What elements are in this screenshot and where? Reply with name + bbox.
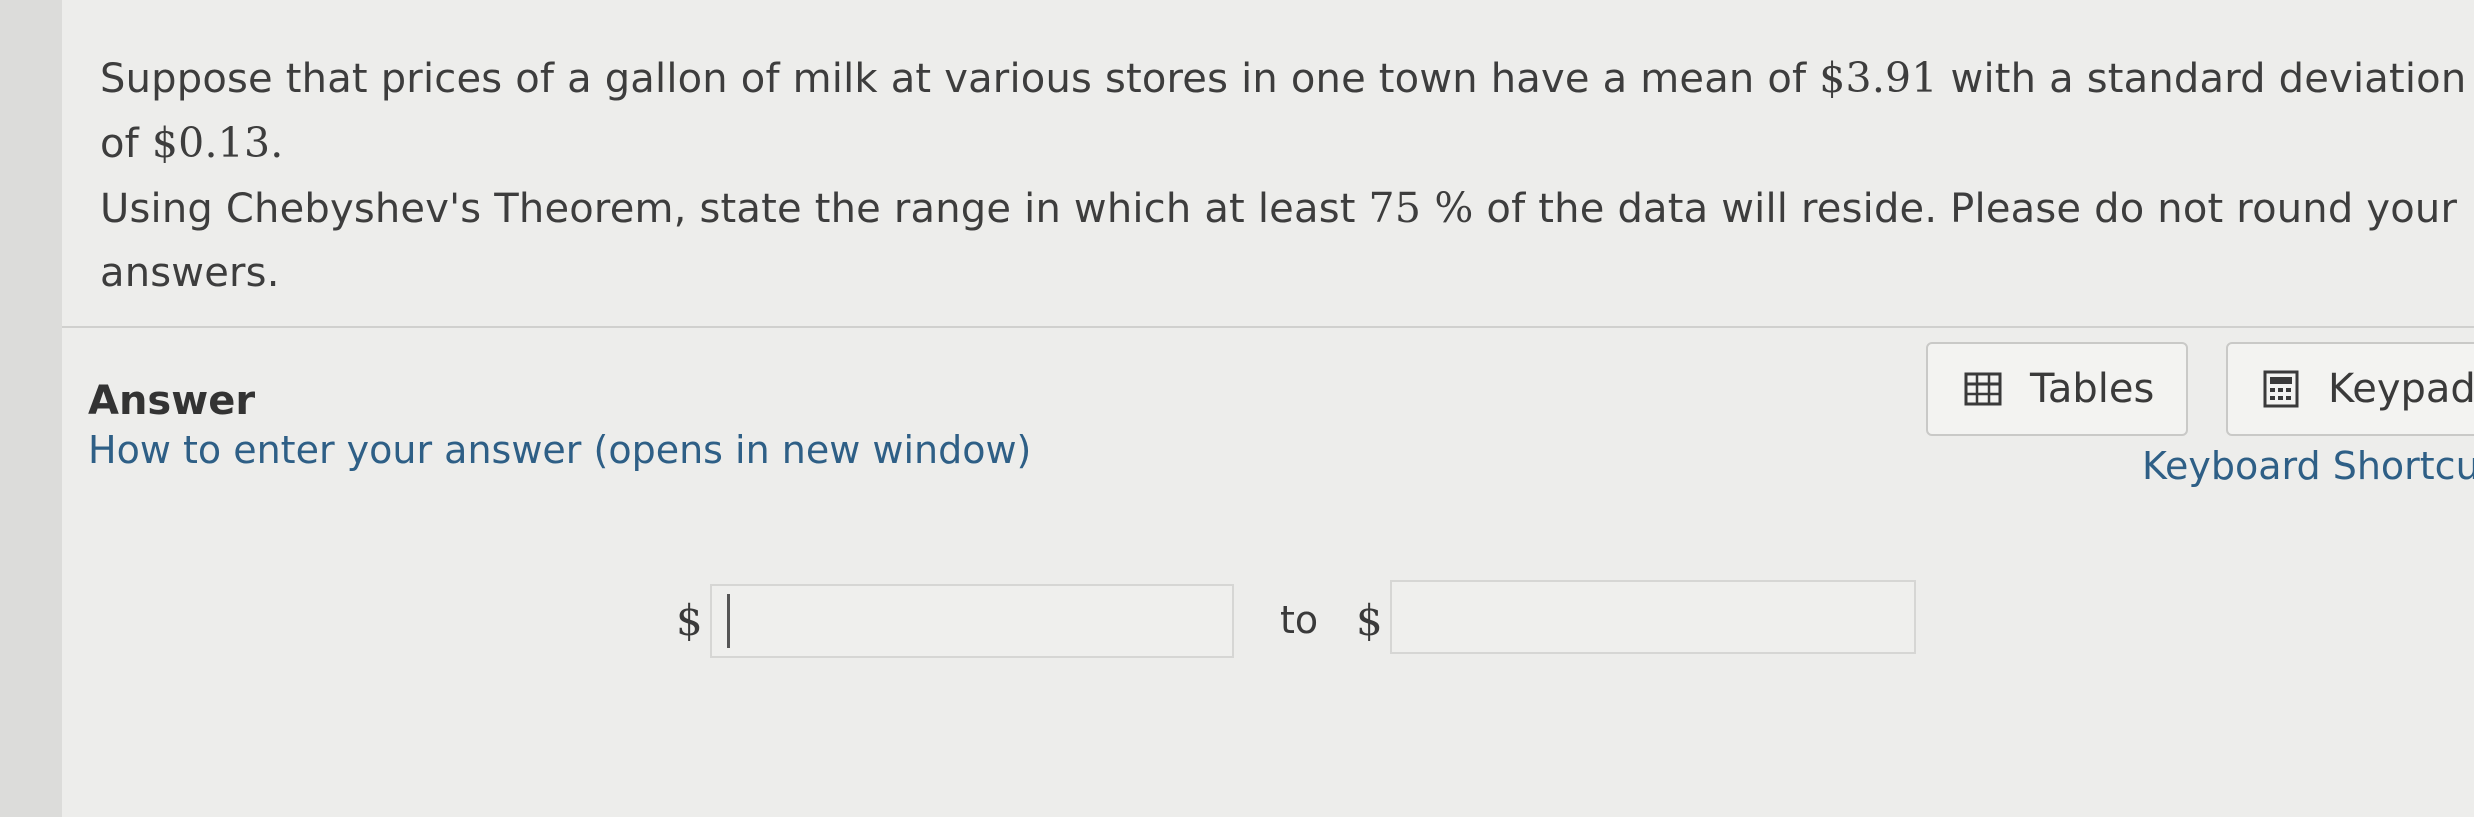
calculator-icon [2263, 370, 2299, 408]
lower-bound-input[interactable] [710, 584, 1234, 658]
upper-bound-dollar-sign: $ [1356, 596, 1383, 645]
keyboard-shortcuts-link[interactable]: Keyboard Shortcu [2142, 444, 2474, 488]
text-cursor [727, 594, 730, 648]
lower-bound-dollar-sign: $ [676, 596, 703, 645]
percent-value: 75 % [1368, 184, 1474, 232]
question-text-part: Using Chebyshev's Theorem, state the ran… [100, 186, 1369, 232]
table-grid-icon [1964, 372, 2002, 406]
left-margin-strip [0, 0, 63, 817]
question-text: Suppose that prices of a gallon of milk … [100, 46, 2470, 305]
question-text-part: . [270, 119, 284, 167]
range-connector: to [1280, 598, 1319, 642]
how-to-enter-answer-link[interactable]: How to enter your answer (opens in new w… [88, 428, 1031, 472]
std-dev-value: $0.13 [151, 119, 271, 167]
answer-heading: Answer [88, 378, 256, 424]
tables-button[interactable]: Tables [1926, 342, 2188, 436]
keypad-button[interactable]: Keypad [2226, 342, 2474, 436]
question-text-part: Suppose that prices of a gallon of milk … [100, 56, 1820, 102]
section-divider [62, 326, 2474, 328]
question-panel: Suppose that prices of a gallon of milk … [62, 0, 2474, 817]
upper-bound-input[interactable] [1390, 580, 1916, 654]
keypad-button-label: Keypad [2328, 366, 2474, 412]
tables-button-label: Tables [2030, 366, 2155, 412]
mean-value: $3.91 [1819, 54, 1938, 102]
